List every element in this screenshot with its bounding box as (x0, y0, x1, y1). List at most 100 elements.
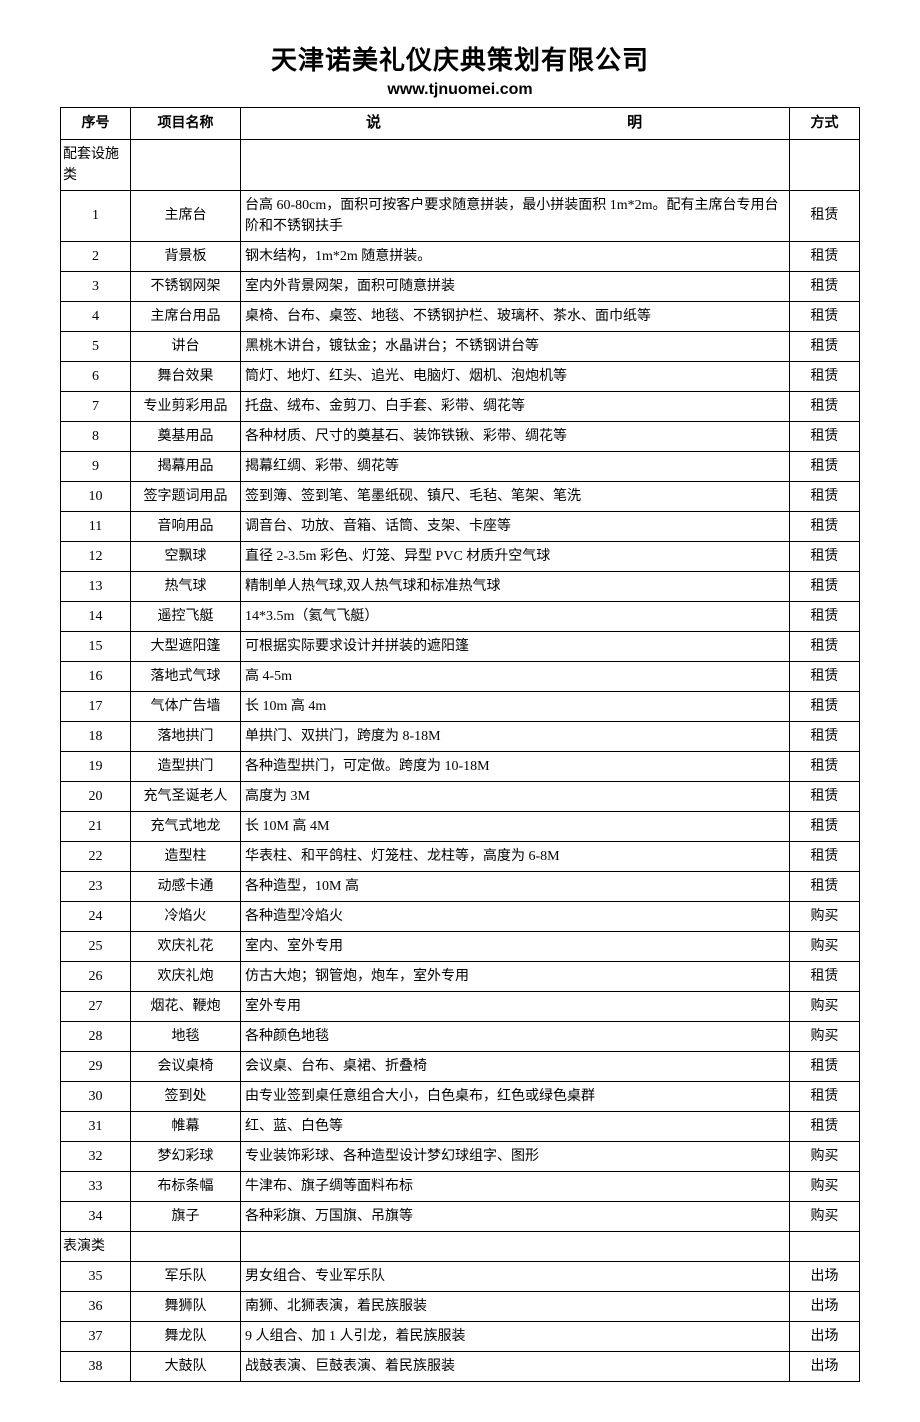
cell-project-name: 冷焰火 (131, 901, 241, 931)
table-row: 9揭幕用品揭幕红绸、彩带、绸花等租赁 (61, 451, 860, 481)
table-row: 15大型遮阳篷可根据实际要求设计并拼装的遮阳篷租赁 (61, 631, 860, 661)
cell-number: 27 (61, 991, 131, 1021)
table-row: 23动感卡通各种造型，10M 高租赁 (61, 871, 860, 901)
cell-project-name: 造型拱门 (131, 751, 241, 781)
cell-number: 36 (61, 1291, 131, 1321)
cell-mode: 购买 (790, 901, 860, 931)
cell-mode: 租赁 (790, 421, 860, 451)
cell-number: 22 (61, 841, 131, 871)
cell-description: 室内外背景网架，面积可随意拼装 (241, 271, 790, 301)
table-row: 34旗子各种彩旗、万国旗、吊旗等购买 (61, 1201, 860, 1231)
cell-description: 南狮、北狮表演，着民族服装 (241, 1291, 790, 1321)
cell-description: 14*3.5m（氦气飞艇） (241, 601, 790, 631)
page-header: 天津诺美礼仪庆典策划有限公司 www.tjnuomei.com (60, 40, 860, 99)
cell-project-name: 军乐队 (131, 1261, 241, 1291)
col-description-right: 明 (504, 112, 765, 135)
cell-project-name: 遥控飞艇 (131, 601, 241, 631)
cell-number: 13 (61, 571, 131, 601)
cell-description: 高 4-5m (241, 661, 790, 691)
cell-number: 24 (61, 901, 131, 931)
cell-mode: 出场 (790, 1321, 860, 1351)
cell-project-name: 签到处 (131, 1081, 241, 1111)
cell-project-name: 讲台 (131, 331, 241, 361)
cell-number: 30 (61, 1081, 131, 1111)
table-row: 26欢庆礼炮仿古大炮；钢管炮，炮车，室外专用租赁 (61, 961, 860, 991)
cell-mode: 租赁 (790, 691, 860, 721)
cell-description: 直径 2-3.5m 彩色、灯笼、异型 PVC 材质升空气球 (241, 541, 790, 571)
cell-mode: 租赁 (790, 961, 860, 991)
table-row: 20充气圣诞老人高度为 3M租赁 (61, 781, 860, 811)
cell-number: 1 (61, 190, 131, 241)
cell-description: 室外专用 (241, 991, 790, 1021)
table-row: 1主席台台高 60-80cm，面积可按客户要求随意拼装，最小拼装面积 1m*2m… (61, 190, 860, 241)
cell-project-name: 大鼓队 (131, 1351, 241, 1381)
cell-mode: 租赁 (790, 571, 860, 601)
empty-cell (790, 139, 860, 190)
cell-mode: 购买 (790, 1141, 860, 1171)
cell-description: 各种彩旗、万国旗、吊旗等 (241, 1201, 790, 1231)
cell-mode: 租赁 (790, 631, 860, 661)
cell-number: 2 (61, 241, 131, 271)
cell-project-name: 舞龙队 (131, 1321, 241, 1351)
table-row: 36舞狮队南狮、北狮表演，着民族服装出场 (61, 1291, 860, 1321)
cell-mode: 租赁 (790, 781, 860, 811)
table-row: 18落地拱门单拱门、双拱门，跨度为 8-18M租赁 (61, 721, 860, 751)
cell-number: 15 (61, 631, 131, 661)
table-row: 24冷焰火各种造型冷焰火购买 (61, 901, 860, 931)
table-row: 10签字题词用品签到簿、签到笔、笔墨纸砚、镇尺、毛毡、笔架、笔洗租赁 (61, 481, 860, 511)
cell-number: 10 (61, 481, 131, 511)
cell-mode: 租赁 (790, 331, 860, 361)
cell-project-name: 主席台用品 (131, 301, 241, 331)
cell-mode: 租赁 (790, 661, 860, 691)
cell-project-name: 揭幕用品 (131, 451, 241, 481)
table-row: 22造型柱华表柱、和平鸽柱、灯笼柱、龙柱等，高度为 6-8M租赁 (61, 841, 860, 871)
cell-number: 16 (61, 661, 131, 691)
cell-description: 男女组合、专业军乐队 (241, 1261, 790, 1291)
cell-mode: 租赁 (790, 511, 860, 541)
cell-mode: 购买 (790, 1201, 860, 1231)
table-row: 16落地式气球高 4-5m租赁 (61, 661, 860, 691)
cell-project-name: 落地拱门 (131, 721, 241, 751)
cell-number: 37 (61, 1321, 131, 1351)
cell-description: 红、蓝、白色等 (241, 1111, 790, 1141)
cell-project-name: 不锈钢网架 (131, 271, 241, 301)
cell-description: 调音台、功放、音箱、话筒、支架、卡座等 (241, 511, 790, 541)
cell-mode: 租赁 (790, 190, 860, 241)
cell-mode: 租赁 (790, 1111, 860, 1141)
table-row: 30签到处由专业签到桌任意组合大小，白色桌布，红色或绿色桌群租赁 (61, 1081, 860, 1111)
cell-project-name: 签字题词用品 (131, 481, 241, 511)
cell-description: 长 10m 高 4m (241, 691, 790, 721)
table-row: 29会议桌椅会议桌、台布、桌裙、折叠椅租赁 (61, 1051, 860, 1081)
services-table: 序号 项目名称 说明 方式 配套设施类1主席台台高 60-80cm，面积可按客户… (60, 107, 860, 1382)
company-url: www.tjnuomei.com (60, 81, 860, 99)
table-row: 35军乐队男女组合、专业军乐队出场 (61, 1261, 860, 1291)
cell-number: 9 (61, 451, 131, 481)
table-row: 4主席台用品桌椅、台布、桌签、地毯、不锈钢护栏、玻璃杯、茶水、面巾纸等租赁 (61, 301, 860, 331)
cell-number: 23 (61, 871, 131, 901)
cell-project-name: 梦幻彩球 (131, 1141, 241, 1171)
cell-project-name: 充气圣诞老人 (131, 781, 241, 811)
table-row: 3不锈钢网架室内外背景网架，面积可随意拼装租赁 (61, 271, 860, 301)
col-project-name: 项目名称 (131, 108, 241, 140)
cell-mode: 租赁 (790, 841, 860, 871)
cell-description: 各种颜色地毯 (241, 1021, 790, 1051)
cell-mode: 购买 (790, 931, 860, 961)
cell-mode: 租赁 (790, 541, 860, 571)
section-row: 配套设施类 (61, 139, 860, 190)
cell-mode: 租赁 (790, 871, 860, 901)
empty-cell (790, 1231, 860, 1261)
cell-project-name: 落地式气球 (131, 661, 241, 691)
cell-mode: 购买 (790, 1021, 860, 1051)
cell-mode: 租赁 (790, 451, 860, 481)
cell-description: 由专业签到桌任意组合大小，白色桌布，红色或绿色桌群 (241, 1081, 790, 1111)
table-row: 28地毯各种颜色地毯购买 (61, 1021, 860, 1051)
col-description: 说明 (241, 108, 790, 140)
cell-number: 3 (61, 271, 131, 301)
cell-mode: 出场 (790, 1291, 860, 1321)
cell-project-name: 背景板 (131, 241, 241, 271)
cell-description: 室内、室外专用 (241, 931, 790, 961)
cell-description: 专业装饰彩球、各种造型设计梦幻球组字、图形 (241, 1141, 790, 1171)
cell-description: 长 10M 高 4M (241, 811, 790, 841)
table-row: 11音响用品调音台、功放、音箱、话筒、支架、卡座等租赁 (61, 511, 860, 541)
cell-mode: 租赁 (790, 811, 860, 841)
